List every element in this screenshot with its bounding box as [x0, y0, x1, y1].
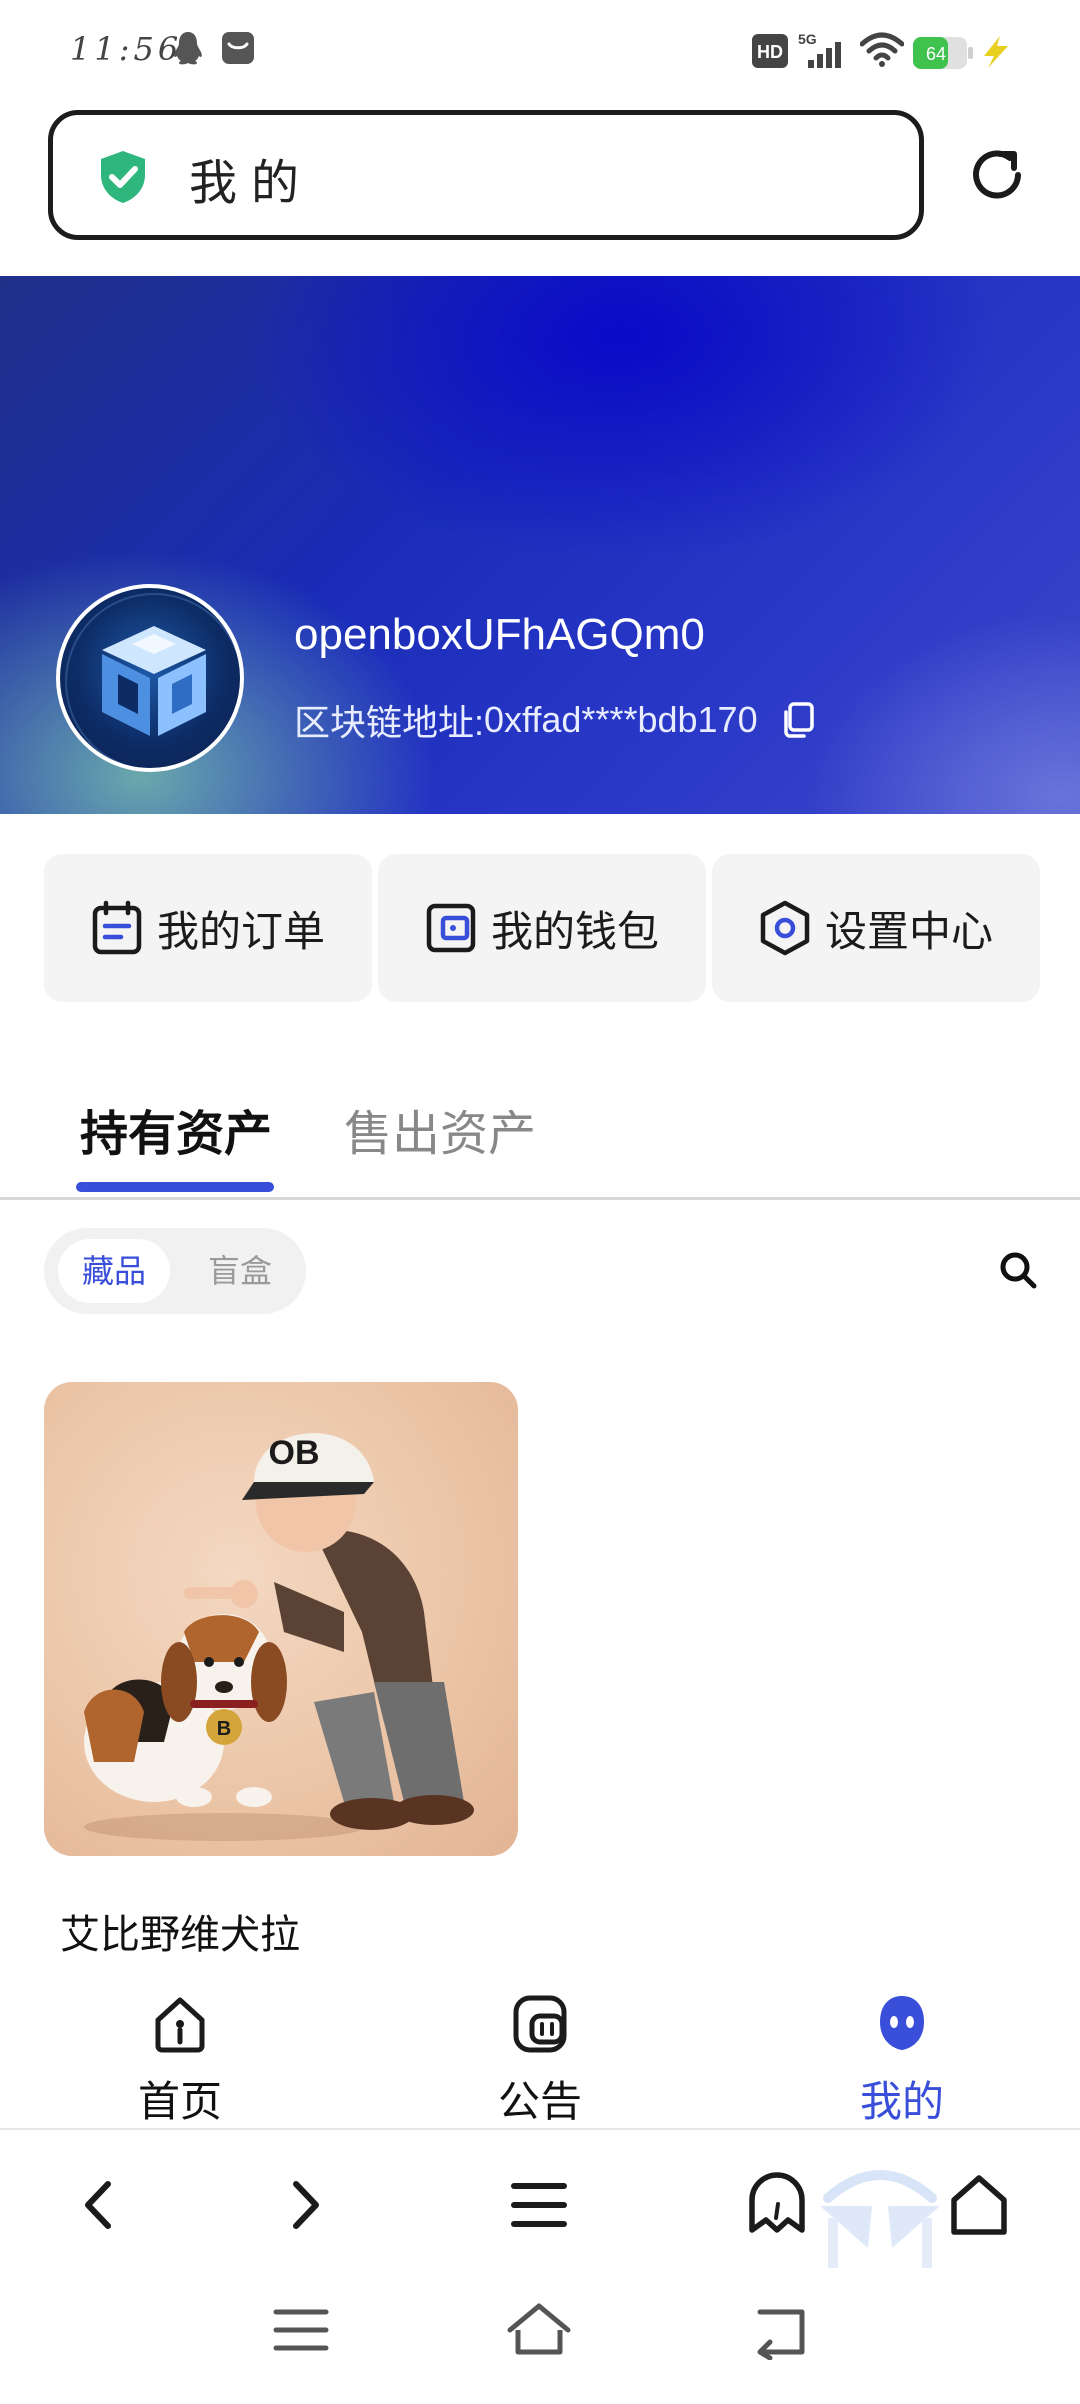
profile-banner: openboxUFhAGQm0 区块链地址: 0xffad****bdb170	[0, 276, 1080, 814]
signal-icon: 5G	[798, 31, 841, 68]
nav-announcements-label: 公告	[497, 2078, 582, 2125]
tab-divider	[0, 1197, 1080, 1200]
dog-tag-lettering: B	[217, 1718, 231, 1740]
charging-icon	[984, 36, 1008, 68]
nav-mine-label: 我的	[859, 2078, 944, 2125]
my-wallet-button[interactable]: 我的钱包	[378, 854, 706, 1002]
announcement-icon	[513, 1995, 567, 2053]
back-arrow-icon[interactable]	[66, 2170, 136, 2240]
page-title: 我的	[189, 155, 314, 211]
battery-icon: 64	[913, 37, 973, 69]
nav-announcements[interactable]: 公告	[440, 1968, 640, 2128]
settings-hexagon-icon	[760, 900, 810, 956]
bookmark-icon[interactable]	[742, 2170, 812, 2240]
asset-card-image[interactable]: OB B	[44, 1382, 518, 1856]
address-value: 0xffad****bdb170	[484, 699, 758, 740]
home-icon	[155, 1997, 205, 2053]
shield-check-icon	[101, 151, 145, 203]
filter-blind-box[interactable]: 盲盒	[190, 1239, 290, 1303]
wallet-icon	[426, 903, 476, 953]
copy-icon[interactable]	[778, 700, 818, 740]
message-icon	[222, 32, 254, 64]
recent-apps-icon[interactable]	[266, 2300, 336, 2360]
active-tab-indicator	[76, 1182, 274, 1192]
asset-illustration: OB B	[84, 1433, 474, 1841]
floating-glasses-overlay	[820, 2170, 940, 2268]
search-icon[interactable]	[998, 1250, 1038, 1290]
browser-toolbar	[0, 2130, 1080, 2270]
menu-icon[interactable]	[504, 2170, 574, 2240]
home-outline-icon[interactable]	[944, 2170, 1014, 2240]
status-bar: 11:56 HD 5G 64	[0, 0, 1080, 100]
network-label: 5G	[798, 31, 817, 47]
tab-sold-assets[interactable]: 售出资产	[344, 1094, 536, 1164]
settings-center-label: 设置中心	[824, 907, 993, 955]
my-orders-button[interactable]: 我的订单	[44, 854, 372, 1002]
nav-mine[interactable]: 我的	[802, 1968, 1002, 2128]
address-field[interactable]: 我的	[48, 110, 924, 240]
address-label: 区块链地址:	[294, 702, 485, 743]
status-time: 11:56	[70, 30, 183, 68]
blockchain-address-row: 区块链地址: 0xffad****bdb170	[294, 694, 818, 746]
system-back-icon[interactable]	[746, 2300, 816, 2360]
cap-lettering: OB	[269, 1434, 320, 1472]
system-navigation	[0, 2270, 1080, 2404]
username: openboxUFhAGQm0	[294, 610, 705, 659]
profile-ghost-icon	[880, 1996, 924, 2050]
my-orders-label: 我的订单	[156, 907, 325, 955]
settings-center-button[interactable]: 设置中心	[712, 854, 1040, 1002]
my-wallet-label: 我的钱包	[490, 907, 659, 955]
filter-collectibles[interactable]: 藏品	[58, 1239, 170, 1303]
reload-icon[interactable]	[962, 140, 1032, 210]
hd-badge-text: HD	[757, 42, 783, 62]
avatar-cube-logo	[65, 593, 240, 768]
tab-holding-assets[interactable]: 持有资产	[80, 1094, 272, 1164]
nav-home[interactable]: 首页	[80, 1968, 280, 2128]
bottom-navigation: 首页 公告 我的	[0, 1968, 1080, 2128]
battery-level: 64	[926, 44, 946, 64]
forward-arrow-icon[interactable]	[268, 2170, 338, 2240]
category-filter: 藏品 盲盒	[44, 1228, 306, 1314]
order-calendar-icon	[92, 900, 142, 955]
avatar[interactable]	[56, 584, 244, 772]
hd-icon: HD	[752, 34, 788, 68]
system-home-icon[interactable]	[504, 2300, 574, 2360]
wifi-icon	[860, 32, 904, 67]
asset-title: 艾比野维犬拉	[60, 1913, 300, 1957]
address-bar: 我的	[0, 100, 1080, 276]
nav-home-label: 首页	[137, 2078, 222, 2125]
qq-icon	[174, 32, 202, 65]
